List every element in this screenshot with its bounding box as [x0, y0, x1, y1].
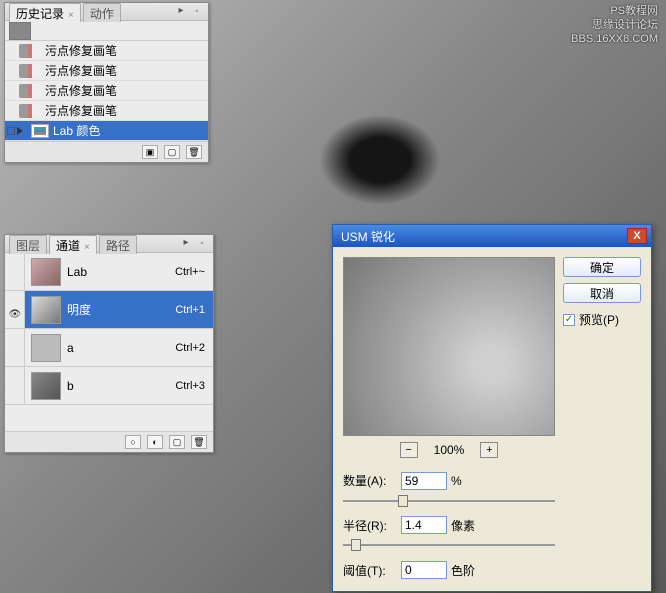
visibility-toggle[interactable]: [8, 381, 22, 391]
tab-history[interactable]: 历史记录×: [9, 3, 81, 22]
cancel-button[interactable]: 取消: [563, 283, 641, 303]
amount-unit: %: [451, 474, 462, 488]
channel-row-lightness[interactable]: 明度 Ctrl+1: [5, 291, 213, 329]
close-icon[interactable]: ×: [68, 10, 74, 21]
history-list: 污点修复画笔 污点修复画笔 污点修复画笔 污点修复画笔 Lab 颜色: [5, 41, 208, 141]
channels-panel: 图层 通道× 路径 ▸ ◦ Lab Ctrl+~ 明度 Ctrl+1 a Ctr…: [4, 234, 214, 453]
dialog-title: USM 锐化: [337, 228, 627, 245]
channel-name: Lab: [67, 265, 87, 279]
channel-row-b[interactable]: b Ctrl+3: [5, 367, 213, 405]
history-item[interactable]: 污点修复画笔: [5, 81, 208, 101]
channels-footer: ○ ◐ ▢ 🗑: [5, 431, 213, 452]
spot-heal-brush-icon: [19, 104, 41, 118]
channel-row-lab[interactable]: Lab Ctrl+~: [5, 253, 213, 291]
channel-name: 明度: [67, 301, 91, 318]
channel-shortcut: Ctrl+2: [175, 342, 205, 354]
preview-checkbox[interactable]: ✓: [563, 314, 575, 326]
tab-paths[interactable]: 路径: [99, 235, 137, 254]
panel-collapse-icon[interactable]: ◦: [195, 238, 209, 249]
threshold-input[interactable]: [401, 561, 447, 579]
spot-heal-brush-icon: [19, 84, 41, 98]
watermark-line1: 思缘设计论坛: [571, 18, 658, 32]
channel-shortcut: Ctrl+1: [175, 304, 205, 316]
mode-change-icon: [31, 124, 49, 138]
radius-label: 半径(R):: [343, 517, 397, 534]
watermark-corner: PS教程网: [571, 4, 658, 18]
spot-heal-brush-icon: [19, 64, 41, 78]
channel-thumb: [31, 258, 61, 286]
history-footer: ▣ ▢ 🗑: [5, 141, 208, 162]
channel-name: a: [67, 341, 74, 355]
radius-slider[interactable]: [343, 538, 555, 551]
visibility-toggle[interactable]: [8, 267, 22, 277]
tab-actions[interactable]: 动作: [83, 3, 121, 22]
visibility-toggle[interactable]: [8, 305, 22, 315]
new-channel-button[interactable]: ▢: [169, 435, 185, 449]
watermark: PS教程网 思缘设计论坛 BBS.16XX8.COM: [571, 4, 658, 46]
new-document-button[interactable]: ▢: [164, 145, 180, 159]
channel-shortcut: Ctrl+3: [175, 380, 205, 392]
channel-shortcut: Ctrl+~: [175, 266, 205, 278]
threshold-label: 阈值(T):: [343, 562, 397, 579]
history-marker-icon: [7, 127, 23, 135]
close-icon[interactable]: ×: [84, 242, 90, 253]
save-selection-button[interactable]: ◐: [147, 435, 163, 449]
history-item[interactable]: 污点修复画笔: [5, 101, 208, 121]
history-item[interactable]: 污点修复画笔: [5, 41, 208, 61]
preview-label: 预览(P): [579, 311, 619, 328]
ok-button[interactable]: 确定: [563, 257, 641, 277]
channel-thumb: [31, 334, 61, 362]
channel-thumb: [31, 296, 61, 324]
visibility-toggle[interactable]: [8, 343, 22, 353]
zoom-level: 100%: [434, 443, 465, 457]
history-panel: 历史记录× 动作 ▸ ◦ 污点修复画笔 污点修复画笔 污点修复画笔 污点修复画笔…: [4, 2, 209, 163]
close-button[interactable]: X: [627, 228, 647, 244]
zoom-out-button[interactable]: −: [400, 442, 418, 458]
delete-button[interactable]: 🗑: [186, 145, 202, 159]
spot-heal-brush-icon: [19, 44, 41, 58]
delete-channel-button[interactable]: 🗑: [191, 435, 207, 449]
document-thumb: [9, 22, 31, 40]
threshold-unit: 色阶: [451, 562, 475, 579]
channel-name: b: [67, 379, 74, 393]
channel-row-a[interactable]: a Ctrl+2: [5, 329, 213, 367]
amount-slider[interactable]: [343, 494, 555, 507]
panel-menu-icon[interactable]: ▸: [174, 5, 188, 19]
channel-thumb: [31, 372, 61, 400]
history-item[interactable]: 污点修复画笔: [5, 61, 208, 81]
history-panel-header: 历史记录× 动作 ▸ ◦: [5, 3, 208, 21]
panel-menu-icon[interactable]: ▸: [179, 237, 193, 251]
usm-sharpen-dialog: USM 锐化 X − 100% + 数量(A): % 半径(R): 像素: [332, 224, 652, 592]
history-item-selected[interactable]: Lab 颜色: [5, 121, 208, 141]
new-snapshot-button[interactable]: ▣: [142, 145, 158, 159]
history-source-row[interactable]: [5, 21, 208, 41]
dialog-title-bar[interactable]: USM 锐化 X: [333, 225, 651, 247]
radius-unit: 像素: [451, 517, 475, 534]
load-selection-button[interactable]: ○: [125, 435, 141, 449]
amount-input[interactable]: [401, 472, 447, 490]
filter-preview[interactable]: [343, 257, 555, 436]
panel-collapse-icon[interactable]: ◦: [190, 6, 204, 17]
channels-panel-header: 图层 通道× 路径 ▸ ◦: [5, 235, 213, 253]
tab-channels[interactable]: 通道×: [49, 235, 97, 254]
watermark-line2: BBS.16XX8.COM: [571, 32, 658, 46]
amount-label: 数量(A):: [343, 472, 397, 489]
zoom-in-button[interactable]: +: [480, 442, 498, 458]
tab-layers[interactable]: 图层: [9, 235, 47, 254]
radius-input[interactable]: [401, 516, 447, 534]
